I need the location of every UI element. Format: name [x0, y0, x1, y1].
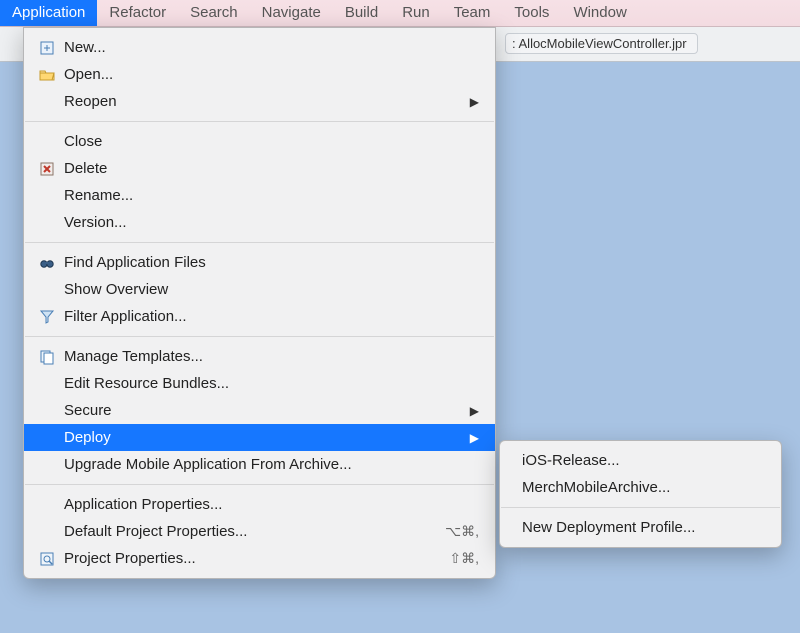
- menu-separator: [25, 242, 494, 243]
- menu-label: Rename...: [64, 187, 479, 204]
- menu-label: Version...: [64, 214, 479, 231]
- menubar-item-navigate[interactable]: Navigate: [250, 0, 333, 26]
- menu-item-deploy[interactable]: Deploy ▶: [24, 424, 495, 451]
- menu-item-open[interactable]: Open...: [24, 61, 495, 88]
- menu-label: Close: [64, 133, 479, 150]
- menu-item-application-properties[interactable]: Application Properties...: [24, 491, 495, 518]
- menu-item-find-application-files[interactable]: Find Application Files: [24, 249, 495, 276]
- menu-item-reopen[interactable]: Reopen ▶: [24, 88, 495, 115]
- menu-label: Find Application Files: [64, 254, 479, 271]
- menu-item-edit-resource-bundles[interactable]: Edit Resource Bundles...: [24, 370, 495, 397]
- menu-separator: [25, 121, 494, 122]
- menu-label: Edit Resource Bundles...: [64, 375, 479, 392]
- templates-icon: [36, 349, 58, 365]
- menu-label: Show Overview: [64, 281, 479, 298]
- menu-item-rename[interactable]: Rename...: [24, 182, 495, 209]
- menu-label: Secure: [64, 402, 470, 419]
- menu-item-version[interactable]: Version...: [24, 209, 495, 236]
- application-menu-dropdown: New... Open... Reopen ▶ Close Delete Ren…: [23, 27, 496, 579]
- menu-item-project-properties[interactable]: Project Properties... ⇧⌘,: [24, 545, 495, 572]
- new-icon: [36, 40, 58, 56]
- folder-open-icon: [36, 67, 58, 83]
- menu-label: Upgrade Mobile Application From Archive.…: [64, 456, 479, 473]
- submenu-item-new-deployment-profile[interactable]: New Deployment Profile...: [500, 514, 781, 541]
- submenu-item-ios-release[interactable]: iOS-Release...: [500, 447, 781, 474]
- menu-item-upgrade-from-archive[interactable]: Upgrade Mobile Application From Archive.…: [24, 451, 495, 478]
- menu-separator: [25, 336, 494, 337]
- menu-label: Delete: [64, 160, 479, 177]
- menu-label: New...: [64, 39, 479, 56]
- shortcut-label: ⌥⌘,: [445, 523, 479, 540]
- menu-separator: [25, 484, 494, 485]
- menu-label: Manage Templates...: [64, 348, 479, 365]
- menu-label: Open...: [64, 66, 479, 83]
- menu-separator: [501, 507, 780, 508]
- submenu-item-merch-mobile-archive[interactable]: MerchMobileArchive...: [500, 474, 781, 501]
- menu-item-show-overview[interactable]: Show Overview: [24, 276, 495, 303]
- submenu-arrow-icon: ▶: [470, 431, 479, 445]
- menu-item-secure[interactable]: Secure ▶: [24, 397, 495, 424]
- menubar-item-window[interactable]: Window: [561, 0, 638, 26]
- menu-item-new[interactable]: New...: [24, 34, 495, 61]
- binoculars-icon: [36, 255, 58, 271]
- menu-label: Project Properties...: [64, 550, 441, 567]
- menu-item-default-project-properties[interactable]: Default Project Properties... ⌥⌘,: [24, 518, 495, 545]
- shortcut-label: ⇧⌘,: [449, 550, 479, 567]
- funnel-icon: [36, 309, 58, 325]
- menubar-item-application[interactable]: Application: [0, 0, 97, 26]
- menu-label: iOS-Release...: [522, 452, 765, 469]
- menu-label: Default Project Properties...: [64, 523, 437, 540]
- menu-label: New Deployment Profile...: [522, 519, 765, 536]
- menubar: Application Refactor Search Navigate Bui…: [0, 0, 800, 27]
- submenu-arrow-icon: ▶: [470, 404, 479, 418]
- menubar-item-build[interactable]: Build: [333, 0, 390, 26]
- menu-item-manage-templates[interactable]: Manage Templates...: [24, 343, 495, 370]
- menu-label: MerchMobileArchive...: [522, 479, 765, 496]
- menu-label: Reopen: [64, 93, 470, 110]
- menubar-item-refactor[interactable]: Refactor: [97, 0, 178, 26]
- menubar-item-search[interactable]: Search: [178, 0, 250, 26]
- menu-item-delete[interactable]: Delete: [24, 155, 495, 182]
- menubar-item-team[interactable]: Team: [442, 0, 503, 26]
- open-file-tab[interactable]: : AllocMobileViewController.jpr: [505, 33, 698, 54]
- submenu-arrow-icon: ▶: [470, 95, 479, 109]
- menu-label: Application Properties...: [64, 496, 479, 513]
- menubar-item-tools[interactable]: Tools: [502, 0, 561, 26]
- menu-item-filter-application[interactable]: Filter Application...: [24, 303, 495, 330]
- menu-label: Deploy: [64, 429, 470, 446]
- menubar-item-run[interactable]: Run: [390, 0, 442, 26]
- menu-label: Filter Application...: [64, 308, 479, 325]
- properties-icon: [36, 551, 58, 567]
- delete-icon: [36, 161, 58, 177]
- menu-item-close[interactable]: Close: [24, 128, 495, 155]
- deploy-submenu: iOS-Release... MerchMobileArchive... New…: [499, 440, 782, 548]
